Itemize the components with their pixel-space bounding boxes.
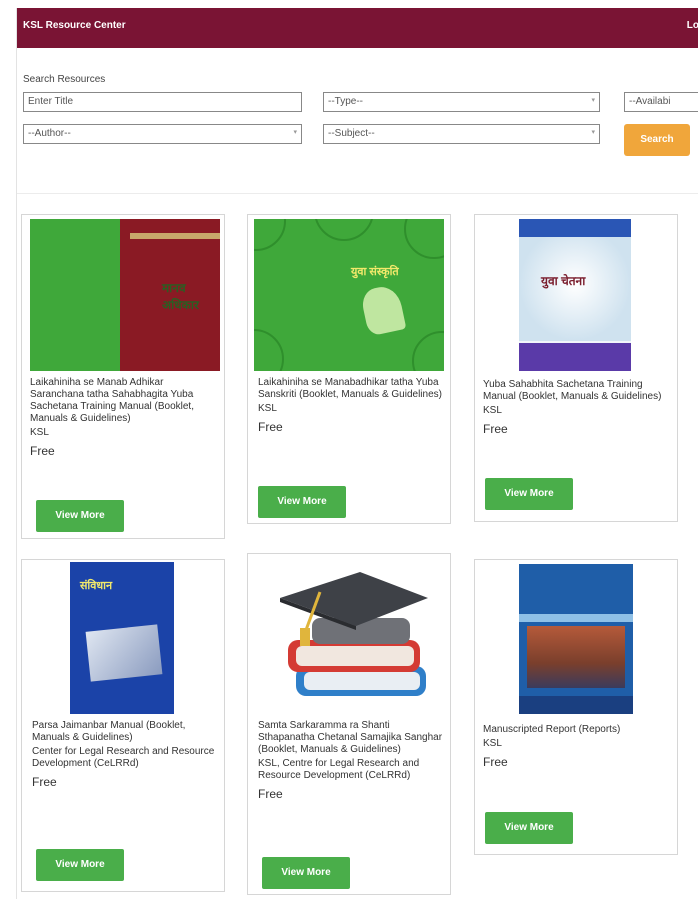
page-frame: KSL Resource Center Lo Search Resources … [16,8,698,899]
book-cover-image[interactable] [268,568,434,708]
resource-price: Free [483,755,508,769]
type-select[interactable]: --Type-- ▾ [323,92,600,112]
login-link[interactable]: Lo [687,20,698,31]
book-cover-image[interactable]: युवा चेतना [519,219,631,371]
chevron-down-icon: ▾ [293,129,297,136]
graduation-cap-books-icon [280,572,428,696]
subject-select[interactable]: --Subject-- ▾ [323,124,600,144]
book-cover-image[interactable]: युवा संस्कृति [254,219,444,371]
view-more-button[interactable]: View More [36,849,124,881]
resource-title[interactable]: Parsa Jaimanbar Manual (Booklet, Manuals… [32,720,218,744]
resource-title[interactable]: Yuba Sahabhita Sachetana Training Manual… [483,379,673,403]
resource-publisher: KSL [30,427,49,438]
top-navbar: KSL Resource Center Lo [17,8,698,48]
author-select[interactable]: --Author-- ▾ [23,124,302,144]
resource-card: Samta Sarkaramma ra Shanti Sthapanatha C… [247,553,451,895]
title-input-placeholder: Enter Title [28,96,74,107]
type-select-value: --Type-- [328,96,363,107]
resource-publisher: KSL [483,738,502,749]
availability-select[interactable]: --Availabi [624,92,698,112]
chevron-down-icon: ▾ [591,129,595,136]
title-search-input[interactable]: Enter Title [23,92,302,112]
subject-select-value: --Subject-- [328,128,375,139]
resource-publisher: KSL [483,405,502,416]
resource-card: संविधान Parsa Jaimanbar Manual (Booklet,… [21,559,225,892]
view-more-button[interactable]: View More [485,478,573,510]
resource-title[interactable]: Laikahiniha se Manabadhikar tatha Yuba S… [258,377,442,401]
view-more-button[interactable]: View More [36,500,124,532]
availability-select-value: --Availabi [629,96,671,107]
author-select-value: --Author-- [28,128,71,139]
site-brand[interactable]: KSL Resource Center [23,20,126,31]
section-divider [17,193,698,194]
book-cover-image[interactable]: संविधान [70,562,174,714]
resource-card: मानव अधिकार Laikahiniha se Manab Adhikar… [21,214,225,539]
resource-title[interactable]: Samta Sarkaramma ra Shanti Sthapanatha C… [258,720,444,756]
search-button[interactable]: Search [624,124,690,156]
view-more-button[interactable]: View More [485,812,573,844]
resource-card: युवा संस्कृति Laikahiniha se Manabadhika… [247,214,451,524]
view-more-button[interactable]: View More [262,857,350,889]
resource-price: Free [258,787,283,801]
book-cover-image[interactable]: मानव अधिकार [30,219,220,371]
resource-title[interactable]: Manuscripted Report (Reports) [483,724,673,736]
resource-price: Free [32,775,57,789]
book-cover-image[interactable] [519,564,633,714]
resource-title[interactable]: Laikahiniha se Manab Adhikar Saranchana … [30,377,220,425]
view-more-button[interactable]: View More [258,486,346,518]
search-section-label: Search Resources [23,74,106,85]
resource-card: युवा चेतना Yuba Sahabhita Sachetana Trai… [474,214,678,522]
resource-publisher: KSL [258,403,277,414]
resource-publisher: Center for Legal Research and Resource D… [32,746,215,769]
resource-price: Free [483,422,508,436]
resource-price: Free [258,420,283,434]
resource-price: Free [30,444,55,458]
chevron-down-icon: ▾ [591,97,595,104]
resource-publisher: KSL, Centre for Legal Research and Resou… [258,758,420,781]
resource-card: Manuscripted Report (Reports) KSL Free V… [474,559,678,855]
